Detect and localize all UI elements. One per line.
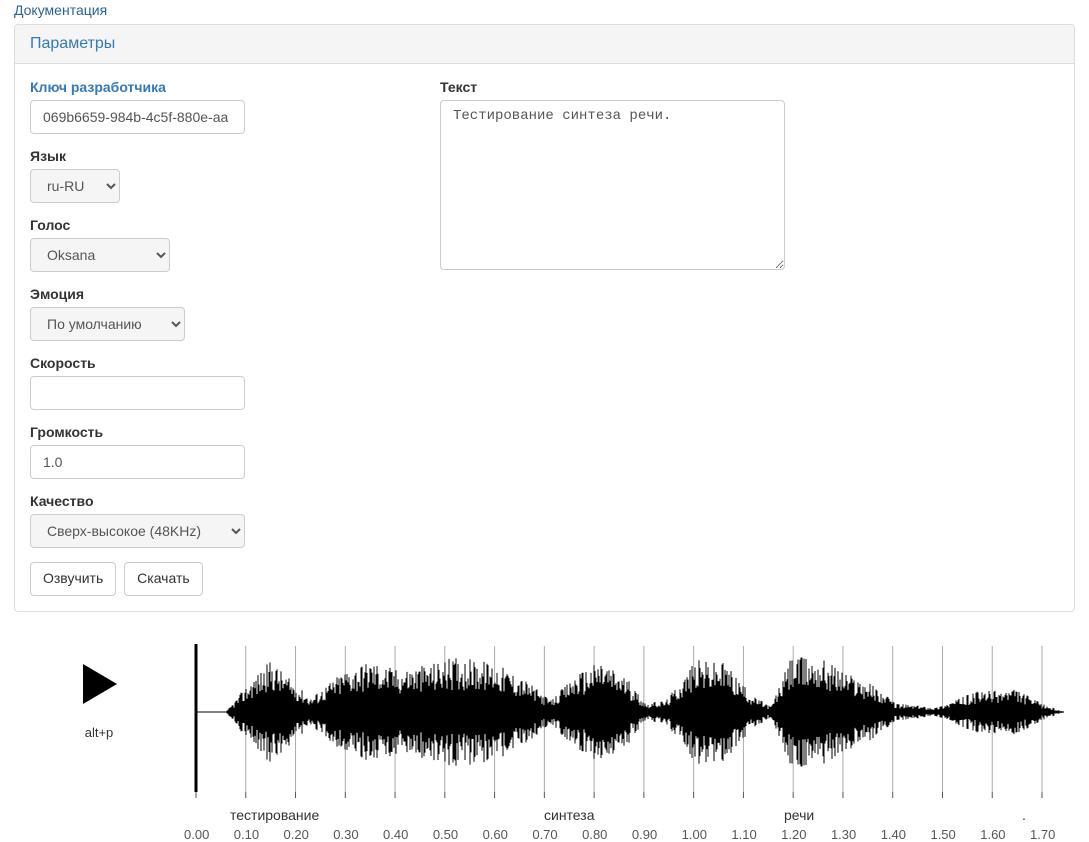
speak-button[interactable]: Озвучить — [30, 562, 116, 596]
dev-key-label: Ключ разработчика — [30, 79, 380, 95]
timeline-tick: 1.60 — [980, 827, 1005, 842]
download-button[interactable]: Скачать — [124, 562, 203, 596]
timeline-tick: 0.50 — [433, 827, 458, 842]
voice-select[interactable]: Oksana — [30, 238, 170, 272]
documentation-link[interactable]: Документация — [0, 0, 107, 22]
timeline-tick: 1.50 — [930, 827, 955, 842]
play-shortcut: alt+p — [14, 725, 184, 740]
timeline-tick: 0.70 — [532, 827, 557, 842]
timeline-tick: 0.20 — [284, 827, 309, 842]
lang-label: Язык — [30, 148, 380, 164]
lang-select[interactable]: ru-RU — [30, 169, 120, 203]
emotion-label: Эмоция — [30, 286, 380, 302]
timeline-tick: 1.40 — [881, 827, 906, 842]
word-label: тестирование — [230, 807, 319, 823]
panel-title: Параметры — [15, 25, 1074, 64]
quality-select[interactable]: Сверх-высокое (48KHz) — [30, 514, 245, 548]
quality-label: Качество — [30, 493, 380, 509]
word-label: . — [1022, 807, 1026, 823]
timeline-tick: 0.30 — [333, 827, 358, 842]
speed-label: Скорость — [30, 355, 380, 371]
timeline-tick: 0.40 — [383, 827, 408, 842]
timeline-tick: 0.60 — [483, 827, 508, 842]
parameters-panel: Параметры Ключ разработчика Язык ru-RU Г… — [14, 24, 1075, 612]
word-label: синтеза — [544, 807, 595, 823]
emotion-select[interactable]: По умолчанию — [30, 307, 185, 341]
volume-label: Громкость — [30, 424, 380, 440]
text-textarea[interactable] — [440, 100, 785, 270]
play-icon — [77, 662, 121, 706]
speed-input[interactable] — [30, 376, 245, 410]
timeline-tick: 1.70 — [1030, 827, 1055, 842]
timeline-tick: 1.00 — [682, 827, 707, 842]
panel-body: Ключ разработчика Язык ru-RU Голос Oksan… — [15, 64, 1074, 611]
word-label: речи — [784, 807, 814, 823]
timeline-tick: 0.00 — [184, 827, 209, 842]
timeline-tick: 1.30 — [831, 827, 856, 842]
text-label: Текст — [440, 79, 1059, 95]
timeline-tick: 1.20 — [781, 827, 806, 842]
timeline-tick: 1.10 — [731, 827, 756, 842]
volume-input[interactable] — [30, 445, 245, 479]
voice-label: Голос — [30, 217, 380, 233]
timeline-tick: 0.80 — [582, 827, 607, 842]
waveform-area: тестирование синтеза речи. 0.00 0.10 0.20 0.3… — [184, 642, 1075, 842]
dev-key-input[interactable] — [30, 100, 245, 134]
timeline-tick: 0.10 — [234, 827, 259, 842]
timeline-tick: 0.90 — [632, 827, 657, 842]
play-button[interactable] — [77, 662, 121, 706]
audio-area: alt+p тестирование синтеза речи. 0.00 0.10 0… — [14, 642, 1075, 842]
